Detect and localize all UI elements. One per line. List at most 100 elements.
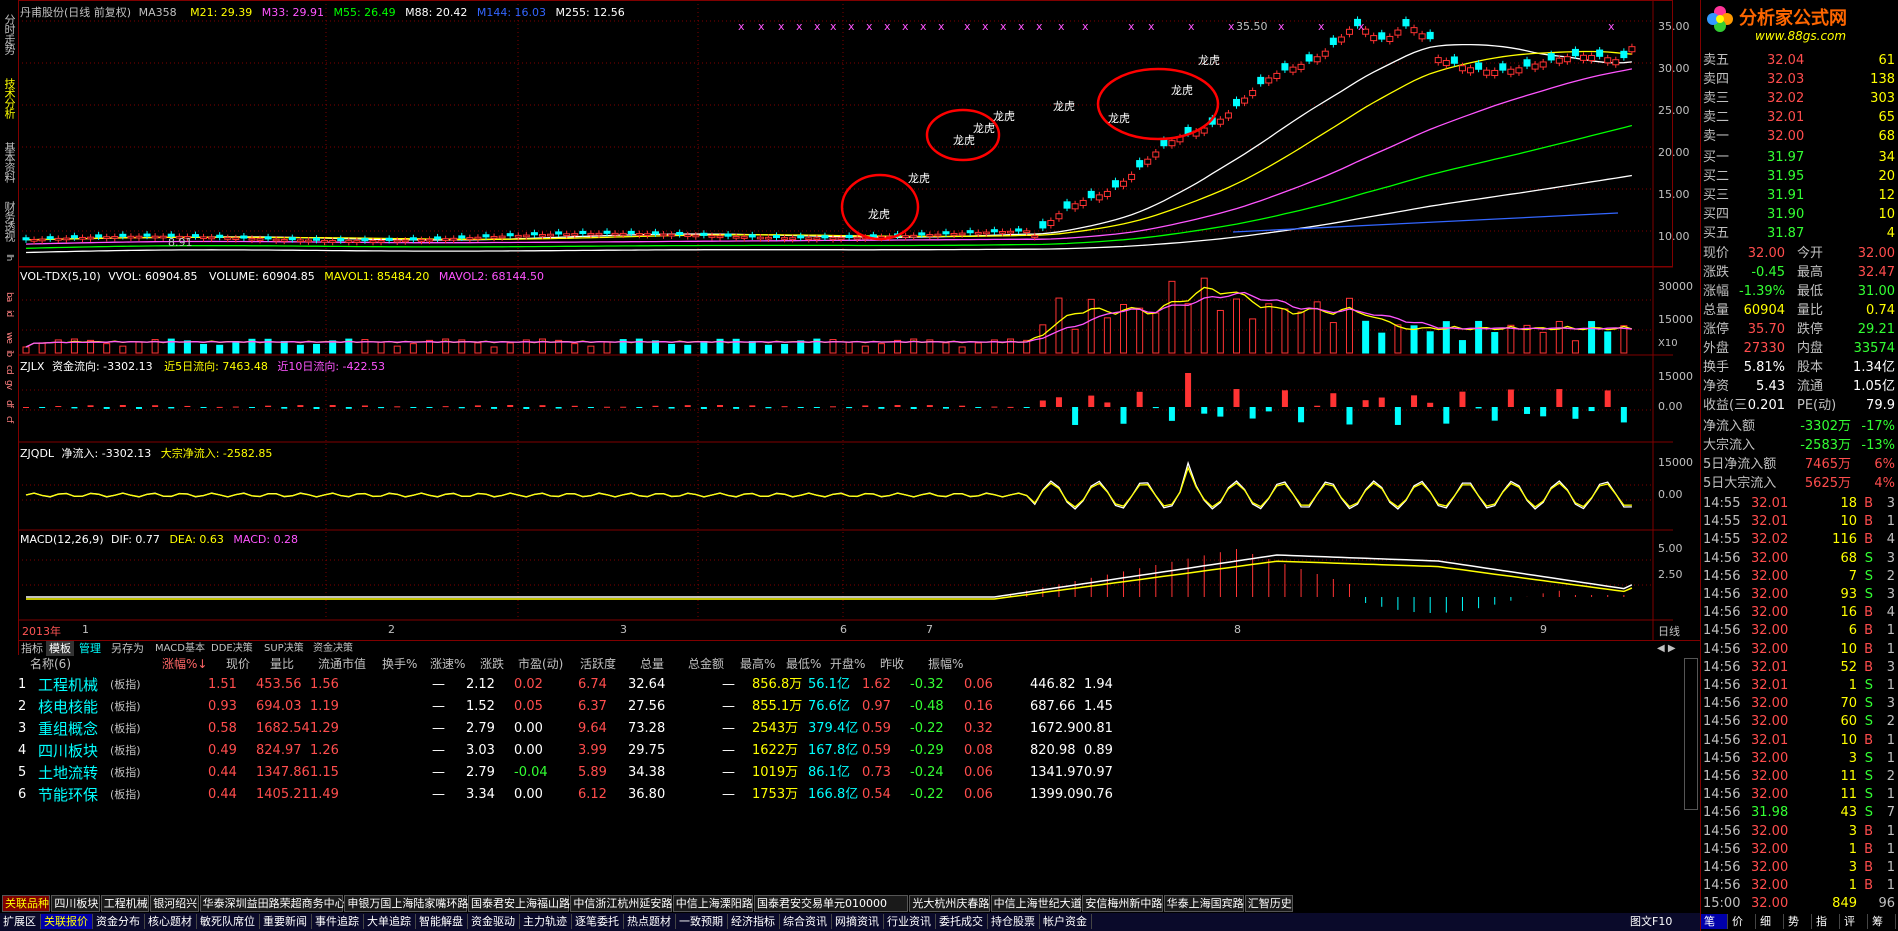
cell-hi: 0.59 [862, 743, 891, 758]
status-item[interactable]: 大单追踪 [364, 914, 416, 929]
quote-footer-tab[interactable]: 评 [1841, 914, 1868, 929]
table-row[interactable]: 4 四川板块 (板指) 0.49 824.97 1.26 — 3.03 0.00 3.99 29.7… [0, 740, 1700, 762]
status-item[interactable]: 重要新闻 [260, 914, 312, 929]
status-item[interactable]: 帐户资金 [1040, 914, 1092, 929]
status-item[interactable]: 资金分布 [93, 914, 145, 929]
status-f10[interactable]: 图文F10 [1630, 913, 1672, 931]
bottom-tab[interactable]: 光大杭州庆春路 [909, 895, 990, 912]
table-row[interactable]: 6 节能环保 (板指) 0.44 1405.21 1.49 — 3.34 0.00 6.12 36.… [0, 784, 1700, 806]
status-item[interactable]: 智能解盘 [416, 914, 468, 929]
column-header[interactable]: 开盘% [830, 656, 865, 672]
column-header[interactable]: 市盈(动) [518, 656, 563, 672]
bid-row: 买四 31.90 10 [1701, 206, 1898, 224]
chart-area[interactable]: xxxxxxxxxxxxxxxxxxxxxxxxxxx 丹甫股份(日线 前复权)… [18, 0, 1693, 640]
quote-footer-tab[interactable]: 细 [1757, 914, 1784, 929]
toolbar-arrows[interactable]: ◀ ▶ [1654, 641, 1679, 656]
bottom-tab[interactable]: 工程机械 [100, 895, 150, 912]
column-header[interactable]: 涨跌 [480, 656, 504, 672]
column-header[interactable]: 最低% [786, 656, 821, 672]
bottom-tab[interactable]: 四川板块 [51, 895, 100, 912]
bottom-tab[interactable]: 申银万国上海陆家嘴环路 [344, 895, 468, 912]
column-header[interactable]: 涨幅%↓ [162, 656, 207, 672]
toolbar-indicator[interactable]: 指标 [18, 641, 46, 656]
ma144-line [1232, 212, 1619, 233]
quote-footer-tab[interactable]: 价 [1729, 914, 1756, 929]
vol-side-label-3: we [4, 331, 14, 343]
volume-bar [1571, 340, 1579, 354]
bottom-tab[interactable]: 华泰深圳益田路荣超商务中心 [199, 895, 346, 912]
column-header[interactable]: 涨速% [430, 656, 465, 672]
status-item[interactable]: 委托成交 [936, 914, 988, 929]
tab-intraday[interactable]: 分时走势 [1, 4, 17, 64]
toolbar-manage[interactable]: 管理 [76, 641, 104, 656]
bottom-tab[interactable]: 中信上海溧阳路 [672, 895, 753, 912]
toolbar-macd[interactable]: MACD基本 [152, 641, 208, 656]
tick-volume: 43 [1840, 805, 1857, 821]
cell-name: 重组概念 [38, 720, 99, 738]
candle-body [1265, 77, 1273, 84]
toolbar-template[interactable]: 模板 [46, 641, 74, 656]
bottom-tab[interactable]: 中信浙江杭州延安路 [570, 895, 672, 912]
status-item[interactable]: 网摘资讯 [832, 914, 884, 929]
bottom-tab[interactable]: 中信上海世纪大道 [990, 895, 1082, 912]
candle-body [54, 237, 62, 241]
column-header[interactable]: 最高% [740, 656, 775, 672]
table-row[interactable]: 2 核电核能 (板指) 0.93 694.03 1.19 — 1.52 0.05 6.37 27.5… [0, 696, 1700, 718]
status-item[interactable]: 持仓股票 [988, 914, 1040, 929]
bottom-tab[interactable]: 安信梅州新中路 [1082, 895, 1163, 912]
table-row[interactable]: 1 工程机械 (板指) 1.51 453.56 1.56 — 2.12 0.02 6.74 32.6… [0, 674, 1700, 696]
quote-footer-tab[interactable]: 指 [1813, 914, 1840, 929]
cell-zl: 856.8万 [752, 677, 803, 692]
status-item[interactable]: 行业资讯 [884, 914, 936, 929]
candle-body [716, 235, 724, 239]
column-header[interactable]: 昨收 [880, 656, 904, 672]
status-item[interactable]: 关联报价 [41, 914, 93, 929]
tab-financial[interactable]: 财务透视 [1, 196, 17, 246]
column-header[interactable]: 名称(6) [30, 656, 71, 672]
fund-flow-bar [636, 407, 643, 408]
status-item[interactable]: 热点题材 [624, 914, 676, 929]
table-scrollbar[interactable] [1684, 658, 1698, 810]
column-header[interactable]: 换手% [382, 656, 417, 672]
x-period-label[interactable]: 日线 [1658, 623, 1680, 639]
quote-footer-tab[interactable]: 笔 [1701, 914, 1728, 929]
bottom-tab[interactable]: 国泰君安交易单元010000 [754, 895, 909, 912]
column-header[interactable]: 量比 [270, 656, 294, 672]
status-item[interactable]: 扩展区 [0, 914, 41, 929]
cell-name: 核电核能 [38, 698, 99, 716]
toolbar-dde[interactable]: DDE决策 [208, 641, 256, 656]
table-row[interactable]: 3 重组概念 (板指) 0.58 1682.54 1.29 — 2.79 0.00 9.64 73.… [0, 718, 1700, 740]
column-header[interactable]: 活跃度 [580, 656, 616, 672]
toolbar-saveas[interactable]: 另存为 [108, 641, 147, 656]
bottom-tab[interactable]: 银河绍兴 [150, 895, 199, 912]
status-item[interactable]: 综合资讯 [780, 914, 832, 929]
tab-technical[interactable]: 技术分析 [1, 68, 17, 128]
fund-flow-bar [216, 406, 223, 408]
column-header[interactable]: 振幅% [928, 656, 963, 672]
status-item[interactable]: 经济指标 [728, 914, 780, 929]
status-item[interactable]: 事件追踪 [312, 914, 364, 929]
toolbar-sup[interactable]: SUP决策 [261, 641, 307, 656]
bottom-tab[interactable]: 汇智历史 [1244, 895, 1294, 912]
signal-x-mark: x [902, 20, 909, 33]
quote-footer-tab[interactable]: 筹 [1869, 914, 1896, 929]
status-item[interactable]: 敏死队席位 [197, 914, 260, 929]
status-item[interactable]: 一致预期 [676, 914, 728, 929]
bottom-tab[interactable]: 华泰上海国宾路 [1163, 895, 1244, 912]
quote-footer-tab[interactable]: 势 [1785, 914, 1812, 929]
table-row[interactable]: 5 土地流转 (板指) 0.44 1347.86 1.15 — 2.79 -0.04 5.89 34… [0, 762, 1700, 784]
toolbar-fund[interactable]: 资金决策 [310, 641, 356, 656]
status-item[interactable]: 核心题材 [145, 914, 197, 929]
status-item[interactable]: 资金驱动 [468, 914, 520, 929]
column-header[interactable]: 现价 [226, 656, 250, 672]
status-item[interactable]: 主力轨迹 [520, 914, 572, 929]
bottom-tab[interactable]: 国泰君安上海福山路 [468, 895, 570, 912]
bottom-tab[interactable]: 关联品种 [2, 895, 51, 912]
column-header[interactable]: 总量 [640, 656, 664, 672]
tick-count: 1 [1886, 732, 1895, 748]
status-item[interactable]: 逐笔委托 [572, 914, 624, 929]
flow-row: 5日大宗流入 5625万 4% [1701, 475, 1898, 493]
column-header[interactable]: 总金额 [688, 656, 724, 672]
column-header[interactable]: 流通市值 [318, 656, 366, 672]
tab-fundamental[interactable]: 基本资料 [1, 132, 17, 192]
